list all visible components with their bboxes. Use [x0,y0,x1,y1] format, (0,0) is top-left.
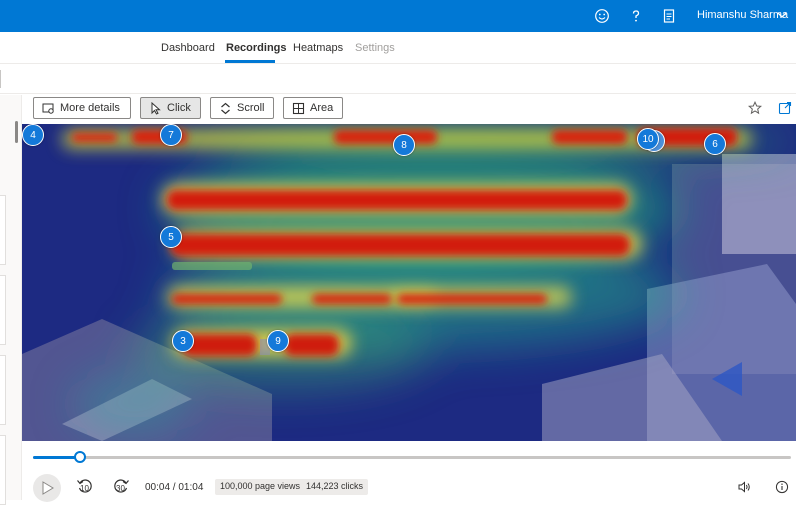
recording-card[interactable] [0,195,6,265]
more-details-label: More details [60,102,120,114]
filter-row [0,64,796,94]
click-marker[interactable]: 4 [22,124,44,146]
info-icon[interactable] [775,480,789,494]
device-screen [722,154,796,254]
area-grid-icon [292,102,305,114]
forward-seconds: 30 [116,484,125,493]
chevron-down-icon[interactable] [776,9,788,21]
active-tab-indicator [225,60,275,63]
volume-icon[interactable] [737,480,751,494]
page-views-badge: 100,000 page views [215,479,306,495]
play-button[interactable] [33,474,61,502]
playback-progress-fill [33,456,80,459]
play-icon [42,481,54,495]
scroll-mode-button[interactable]: Scroll [210,97,274,119]
click-marker[interactable]: 6 [704,133,726,155]
tab-heatmaps[interactable]: Heatmaps [293,42,343,54]
click-marker[interactable]: 7 [160,124,182,146]
document-icon[interactable] [661,8,677,24]
user-name[interactable]: Himanshu Sharma [697,9,788,21]
tab-recordings[interactable]: Recordings [226,42,287,54]
recordings-list-panel [0,95,22,505]
open-external-icon[interactable] [778,101,792,115]
playback-progress-bar[interactable] [33,451,791,463]
rewind-seconds: 10 [80,484,89,493]
area-mode-button[interactable]: Area [283,97,343,119]
smiley-icon[interactable] [594,8,610,24]
cursor-icon [151,101,161,115]
area-mode-label: Area [310,102,334,114]
recording-card[interactable] [0,435,6,505]
click-marker[interactable]: 5 [160,226,182,248]
details-icon [42,103,54,114]
click-mode-button[interactable]: Click [140,97,201,119]
more-details-button[interactable]: More details [33,97,131,119]
playback-time: 00:04 / 01:04 [145,482,204,493]
heatmap-canvas[interactable]: 4 7 8 10 6 5 3 9 [22,124,796,441]
click-marker[interactable]: 9 [267,330,289,352]
filter-row-edge [0,70,1,88]
playback-scrubber[interactable] [74,451,86,463]
help-icon[interactable] [628,8,644,24]
click-marker[interactable]: 10 [637,128,659,150]
scroll-icon [221,102,230,114]
star-icon[interactable] [748,101,762,115]
tab-dashboard[interactable]: Dashboard [161,42,215,54]
click-marker[interactable]: 8 [393,134,415,156]
tab-bar: Dashboard Recordings Heatmaps Settings [0,32,796,64]
forward-button[interactable]: 30 [112,477,130,495]
rewind-button[interactable]: 10 [76,477,94,495]
scroll-mode-label: Scroll [237,102,265,114]
top-bar: Himanshu Sharma [0,0,796,32]
heatmap-overlay [22,124,796,441]
tab-settings: Settings [355,42,395,54]
recording-card[interactable] [0,275,6,345]
recording-card[interactable] [0,355,6,425]
click-marker[interactable]: 3 [172,330,194,352]
clicks-badge: 144,223 clicks [301,479,369,495]
ghost-text-setup [172,262,252,270]
click-mode-label: Click [167,102,191,114]
panel-scrollbar[interactable] [15,121,18,143]
